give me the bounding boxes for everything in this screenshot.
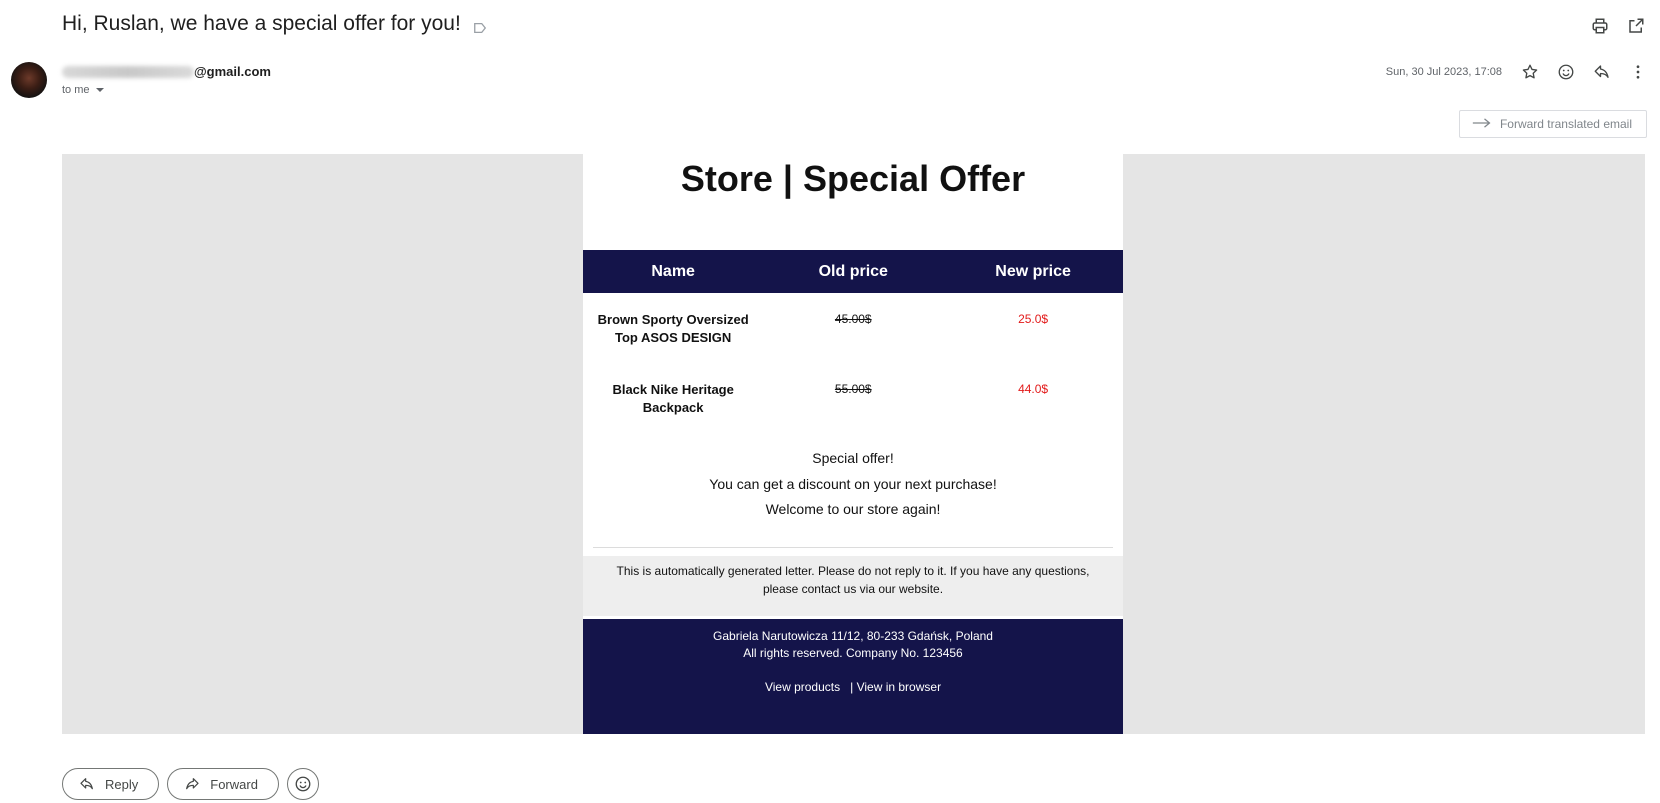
products-table: Name Old price New price Brown Sporty Ov… [583, 250, 1123, 429]
emoji-icon[interactable] [1556, 62, 1576, 82]
open-in-new-window-icon[interactable] [1626, 16, 1646, 36]
column-header-old-price: Old price [763, 250, 944, 293]
old-price: 45.00$ [834, 312, 872, 326]
old-price-cell: 55.00$ [763, 364, 943, 429]
view-in-browser-link[interactable]: View in browser [857, 680, 941, 694]
separator-text: | [850, 680, 854, 694]
table-row: Brown Sporty Oversized Top ASOS DESIGN 4… [583, 293, 1123, 364]
forward-button[interactable]: Forward [167, 768, 279, 800]
notice-line: please contact us via our website. [762, 582, 944, 596]
product-name-line: Black Nike Heritage [612, 382, 734, 397]
reply-icon[interactable] [1592, 62, 1612, 82]
emoji-reaction-button[interactable] [286, 768, 319, 800]
print-icon[interactable] [1590, 16, 1610, 36]
product-name-line: Brown Sporty Oversized [597, 312, 749, 327]
product-name: Black Nike Heritage Backpack [583, 364, 763, 429]
emoji-icon [295, 776, 311, 792]
new-price: 44.0$ [1018, 382, 1049, 396]
footer-link-separator: | [843, 680, 853, 694]
new-price: 25.0$ [1018, 312, 1049, 326]
column-header-name: Name [583, 250, 764, 293]
notice-line: This is automatically generated letter. … [616, 564, 1090, 578]
top-actions [1590, 16, 1646, 36]
email-subject: Hi, Ruslan, we have a special offer for … [62, 12, 487, 36]
footer-rights: All rights reserved. Company No. 123456 [743, 646, 963, 660]
forward-label: Forward [210, 776, 258, 792]
message-meta: Sun, 30 Jul 2023, 17:08 [1386, 62, 1648, 82]
store-title: Store | Special Offer [680, 158, 1026, 199]
reply-button[interactable]: Reply [62, 768, 160, 800]
reply-label: Reply [105, 776, 139, 792]
column-header-new-price: New price [943, 250, 1123, 293]
star-icon[interactable] [1520, 62, 1540, 82]
email-footer: Gabriela Narutowicza 11/12, 80-233 Gdańs… [583, 619, 1123, 734]
auto-generated-notice: This is automatically generated letter. … [583, 556, 1123, 616]
avatar[interactable] [11, 62, 47, 98]
sender-email[interactable]: @gmail.com [62, 64, 271, 79]
forward-icon [186, 778, 199, 790]
new-price-cell: 44.0$ [943, 364, 1123, 429]
promo-line: Welcome to our store again! [765, 501, 941, 517]
divider [593, 547, 1113, 548]
old-price-cell: 45.00$ [763, 293, 943, 364]
recipient-details[interactable]: to me [62, 84, 104, 96]
label-icon[interactable] [473, 17, 487, 34]
chevron-down-icon [95, 88, 104, 92]
view-products-link[interactable]: View products [765, 680, 840, 694]
arrow-right-icon [1472, 117, 1492, 132]
message-date: Sun, 30 Jul 2023, 17:08 [1385, 66, 1502, 78]
footer-address: Gabriela Narutowicza 11/12, 80-233 Gdańs… [713, 629, 993, 643]
message-actions: Reply Forward [62, 768, 319, 800]
footer-links: View products | View in browser [583, 679, 1123, 696]
new-price-cell: 25.0$ [943, 293, 1123, 364]
product-name-line: Backpack [642, 400, 704, 415]
table-row: Black Nike Heritage Backpack 55.00$ 44.0… [583, 364, 1123, 429]
recipient-label: to me [62, 84, 90, 96]
more-vert-icon[interactable] [1628, 62, 1648, 82]
email-body: Store | Special Offer Name Old price New… [583, 154, 1123, 734]
forward-translated-label: Forward translated email [1499, 117, 1632, 131]
forward-translated-button[interactable]: Forward translated email [1458, 110, 1647, 138]
product-name: Brown Sporty Oversized Top ASOS DESIGN [583, 293, 763, 364]
promo-line: You can get a discount on your next purc… [709, 475, 997, 492]
reply-icon [80, 778, 93, 790]
subject-text: Hi, Ruslan, we have a special offer for … [62, 12, 461, 35]
old-price: 55.00$ [834, 382, 872, 396]
promo-line: Special offer! [812, 450, 894, 466]
product-name-line: Top ASOS DESIGN [615, 330, 732, 345]
sender-email-blurred [62, 65, 194, 78]
sender-domain: @gmail.com [194, 64, 271, 79]
promo-text: Special offer! You can get a discount on… [583, 446, 1123, 523]
